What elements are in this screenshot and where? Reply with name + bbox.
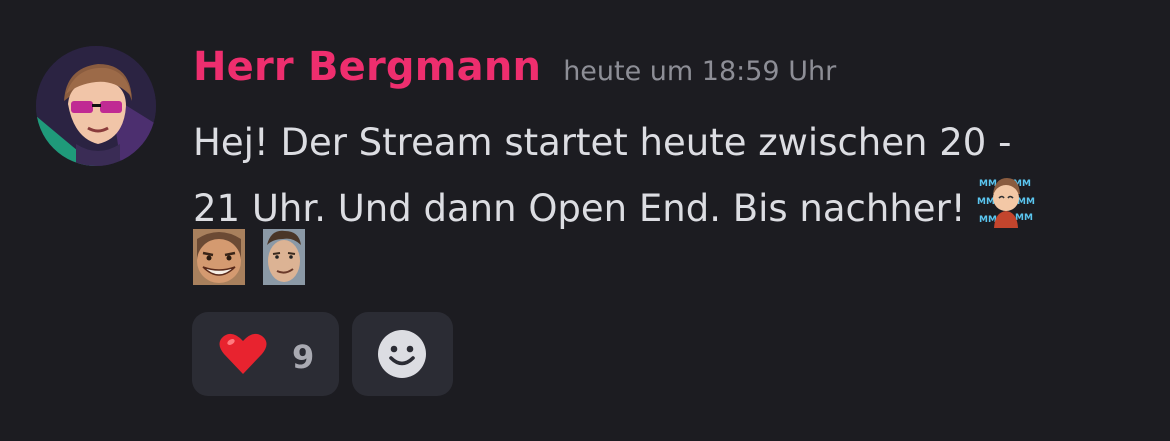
svg-text:MM: MM xyxy=(1015,213,1033,223)
timestamp: heute um 18:59 Uhr xyxy=(563,56,837,87)
user-avatar[interactable] xyxy=(36,46,156,166)
smirking-face-emote-icon[interactable] xyxy=(263,229,305,289)
chat-message: Herr Bergmann heute um 18:59 Uhr Hej! Der… xyxy=(0,0,1170,441)
message-text-line-2: 21 Uhr. Und dann Open End. Bis nachher! … xyxy=(193,174,1133,236)
message-content: Hej! Der Stream startet heute zwischen 2… xyxy=(193,112,1133,236)
svg-text:MM: MM xyxy=(1017,197,1035,207)
svg-text:MM: MM xyxy=(979,215,997,225)
mmm-emote-icon[interactable]: MM MM MM MM MM MM xyxy=(977,174,1035,247)
reaction-heart[interactable]: 9 xyxy=(192,312,339,396)
message-text-line: Hej! Der Stream startet heute zwischen 2… xyxy=(193,121,1012,164)
svg-text:MM: MM xyxy=(977,197,995,207)
message-header: Herr Bergmann heute um 18:59 Uhr xyxy=(193,44,836,90)
username[interactable]: Herr Bergmann xyxy=(193,44,541,90)
heart-icon xyxy=(218,332,268,380)
add-reaction-smiley-icon xyxy=(377,329,427,383)
add-reaction-button[interactable] xyxy=(352,312,453,396)
message-text-line: 21 Uhr. Und dann Open End. Bis nachher! xyxy=(193,187,966,230)
grinning-face-emote-icon[interactable] xyxy=(193,229,245,289)
reaction-count: 9 xyxy=(292,338,315,376)
svg-text:MM: MM xyxy=(979,179,997,189)
